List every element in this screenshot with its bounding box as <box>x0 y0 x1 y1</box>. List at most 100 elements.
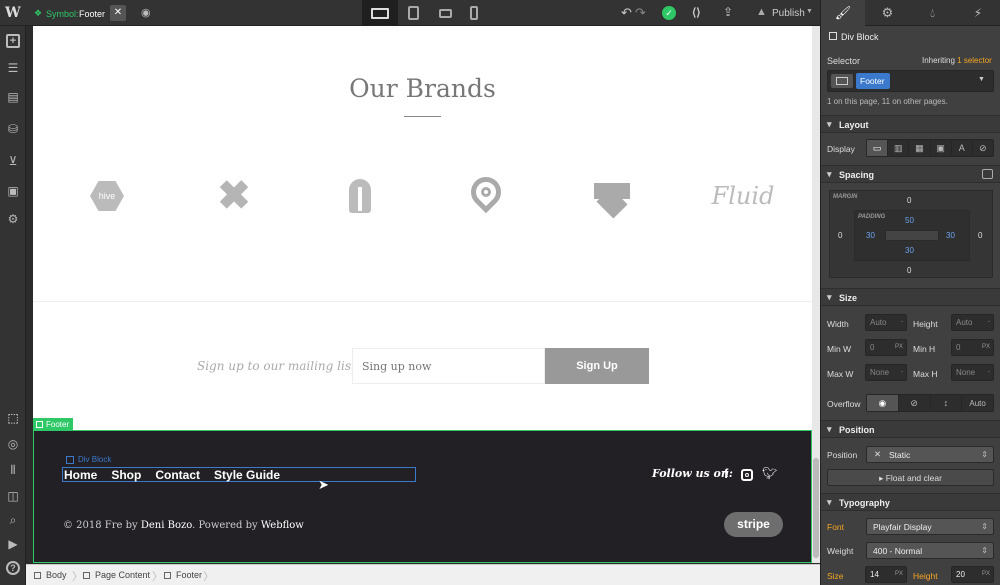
min-height-input[interactable]: 0 PX <box>951 339 994 356</box>
close-symbol-button[interactable]: ✕ <box>110 5 126 21</box>
overflow-visible-eye-icon[interactable]: ◉ <box>867 395 899 411</box>
device-tablet-button[interactable] <box>408 6 419 20</box>
overflow-auto-button[interactable]: Auto <box>962 395 993 411</box>
min-height-label: Min H <box>913 344 936 354</box>
xray-icon[interactable]: ◎ <box>6 437 20 451</box>
twitter-icon[interactable]: 🐦︎ <box>762 466 777 480</box>
section-spacing[interactable]: Spacing <box>821 165 1000 183</box>
section-position[interactable]: Position <box>821 420 1000 438</box>
guides-icon[interactable]: ⦀ <box>6 463 20 477</box>
margin-right-value[interactable]: 0 <box>978 231 982 240</box>
ecommerce-cart-icon[interactable]: ⊻ <box>6 154 20 168</box>
width-input[interactable]: Auto - <box>865 314 907 331</box>
tab-style-manager-icon[interactable]: 💧︎ <box>910 0 955 26</box>
spacing-expand-icon[interactable] <box>982 169 993 179</box>
publish-caret-icon: ▼ <box>806 8 813 15</box>
signup-email-input[interactable] <box>352 348 545 384</box>
padding-left-value[interactable]: 30 <box>866 231 875 240</box>
symbol-icon: ❖ <box>34 8 43 18</box>
display-inline-icon[interactable]: A <box>952 140 973 156</box>
font-size-input[interactable]: 14 PX <box>865 566 907 583</box>
facebook-icon[interactable]: f <box>724 466 728 481</box>
device-desktop-button[interactable] <box>362 0 398 26</box>
code-icon[interactable]: ⟨⟩ <box>692 6 701 19</box>
display-flex-icon[interactable]: ▥ <box>888 140 910 156</box>
select-cursor-icon[interactable]: ⬚ <box>6 411 20 425</box>
mouse-cursor-icon: ➤ <box>318 477 329 492</box>
preview-icon[interactable]: ◫ <box>6 489 20 503</box>
signup-button[interactable]: Sign Up <box>545 348 649 384</box>
padding-right-value[interactable]: 30 <box>946 231 955 240</box>
tab-settings-gear-icon[interactable]: ⚙ <box>865 0 910 26</box>
display-none-icon[interactable]: ⊘ <box>973 140 993 156</box>
tab-style-brush-icon[interactable]: 🖌︎ <box>821 0 865 26</box>
export-icon[interactable]: ⇪ <box>723 5 733 19</box>
webflow-logo[interactable]: W <box>5 5 21 21</box>
redo-icon[interactable]: ↷ <box>635 5 646 21</box>
width-label: Width <box>827 319 849 329</box>
footer-section[interactable]: Div Block Home Shop Contact Style Guide … <box>33 430 812 563</box>
canvas-scrollbar[interactable] <box>812 26 820 563</box>
breadcrumb-separator-icon: 〉 <box>152 571 163 583</box>
search-icon[interactable]: ⌕ <box>6 513 20 527</box>
overflow-scroll-icon[interactable]: ↕ <box>931 395 963 411</box>
display-toggle[interactable]: ▭ ▥ ▦ ▣ A ⊘ <box>866 139 994 157</box>
assets-icon[interactable]: ▣ <box>6 184 20 198</box>
device-mobile-button[interactable] <box>470 6 478 20</box>
footer-nav-block[interactable]: Home Shop Contact Style Guide <box>62 467 416 482</box>
breadcrumb-body[interactable]: Body <box>34 570 67 580</box>
min-width-input[interactable]: 0 PX <box>865 339 907 356</box>
undo-icon[interactable]: ↶ <box>621 5 632 21</box>
selector-chip[interactable]: Footer <box>856 73 890 89</box>
display-block-icon[interactable]: ▭ <box>867 140 889 156</box>
margin-bottom-value[interactable]: 0 <box>907 266 911 275</box>
max-width-input[interactable]: None - <box>865 364 907 381</box>
position-select[interactable]: ✕ Static <box>866 446 994 463</box>
margin-box[interactable]: MARGIN 0 0 0 0 PADDING 50 30 30 30 <box>829 190 993 278</box>
margin-top-value[interactable]: 0 <box>907 196 911 205</box>
margin-left-value[interactable]: 0 <box>838 231 842 240</box>
weight-select[interactable]: 400 - Normal <box>866 542 994 559</box>
add-panel-icon[interactable]: + <box>6 34 20 48</box>
overflow-toggle[interactable]: ◉ ⊘ ↕ Auto <box>866 394 994 412</box>
selector-state-icon[interactable] <box>831 74 853 88</box>
float-clear-button[interactable]: ▸ Float and clear <box>827 469 994 486</box>
publish-button[interactable]: Publish <box>772 8 805 19</box>
help-icon[interactable]: ? <box>6 561 20 575</box>
display-grid-icon[interactable]: ▦ <box>909 140 931 156</box>
breadcrumb-page-content[interactable]: Page Content <box>83 570 150 580</box>
settings-gear-icon[interactable]: ⚙ <box>6 212 20 226</box>
cms-database-icon[interactable]: ⛁ <box>6 122 20 136</box>
device-landscape-button[interactable] <box>439 9 452 18</box>
line-height-input[interactable]: 20 PX <box>951 566 994 583</box>
navigator-icon[interactable]: ☰ <box>6 61 20 75</box>
design-canvas[interactable]: Our Brands hive ✖ Fluid Sign up to our m… <box>33 26 812 563</box>
pages-icon[interactable]: ▤ <box>6 90 20 104</box>
tab-interactions-bolt-icon[interactable]: ⚡︎ <box>955 0 1000 26</box>
nav-link-home[interactable]: Home <box>64 468 97 482</box>
nav-link-contact[interactable]: Contact <box>155 468 200 482</box>
preview-eye-icon[interactable]: ◉ <box>141 6 151 19</box>
breadcrumb-footer[interactable]: Footer <box>164 570 202 580</box>
selector-label: Selector <box>827 56 861 66</box>
section-typography[interactable]: Typography <box>821 493 1000 511</box>
nav-link-shop[interactable]: Shop <box>111 468 141 482</box>
video-tutorials-icon[interactable]: ▶ <box>6 537 20 551</box>
height-input[interactable]: Auto - <box>951 314 994 331</box>
instagram-icon[interactable] <box>741 469 753 481</box>
selector-field[interactable]: Footer ▼ <box>827 70 994 92</box>
selector-caret-icon[interactable]: ▼ <box>978 76 985 83</box>
padding-bottom-value[interactable]: 30 <box>905 246 914 255</box>
font-select[interactable]: Playfair Display <box>866 518 994 535</box>
section-layout[interactable]: Layout <box>821 115 1000 133</box>
nav-link-style-guide[interactable]: Style Guide <box>214 468 280 482</box>
max-height-input[interactable]: None - <box>951 364 994 381</box>
display-inline-block-icon[interactable]: ▣ <box>931 140 952 156</box>
overflow-hidden-icon[interactable]: ⊘ <box>899 395 931 411</box>
padding-box[interactable]: PADDING 50 30 30 30 <box>854 210 970 261</box>
section-size[interactable]: Size <box>821 288 1000 306</box>
stripe-badge[interactable]: stripe <box>724 512 783 537</box>
status-check-icon[interactable]: ✓ <box>662 6 676 20</box>
padding-top-value[interactable]: 50 <box>905 216 914 225</box>
position-label: Position <box>827 450 858 460</box>
